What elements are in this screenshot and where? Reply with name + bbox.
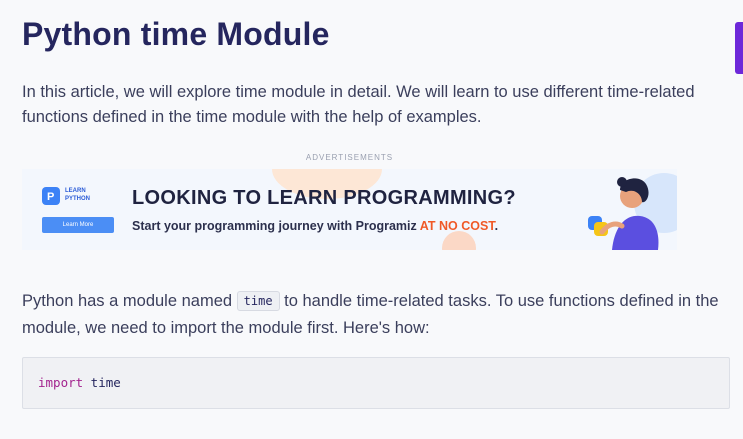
ad-decoration-circle (442, 231, 476, 250)
inline-code-time: time (236, 291, 280, 311)
ad-subline: Start your programming journey with Prog… (132, 219, 498, 233)
intro-paragraph: In this article, we will explore time mo… (22, 83, 695, 126)
ad-learn-more-button[interactable]: Learn More (42, 217, 114, 233)
ad-logo-line1: LEARN (65, 188, 86, 194)
ad-subline-prefix: Start your programming journey with Prog… (132, 219, 420, 233)
ad-subline-suffix: . (494, 219, 499, 233)
code-line: import time (38, 375, 121, 390)
person-illustration-icon (588, 177, 659, 250)
ad-banner[interactable]: P LEARN PYTHON Learn More LOOKING TO LEA… (22, 169, 677, 250)
ad-logo-line2: PYTHON (65, 196, 91, 202)
body-text-before: Python has a module named (22, 292, 237, 310)
side-tab-handle[interactable] (735, 22, 743, 74)
body-paragraph: Python has a module named time to handle… (22, 288, 732, 342)
advertisements-label: ADVERTISEMENTS (305, 153, 394, 162)
ad-headline: LOOKING TO LEARN PROGRAMMING? (132, 187, 516, 209)
code-module-name: time (83, 375, 121, 390)
page-title: Python time Module (22, 16, 330, 52)
code-block[interactable]: import time (22, 357, 730, 409)
ad-logo-text: LEARN PYTHON (65, 187, 90, 203)
article-page: Python time Module In this article, we w… (0, 0, 743, 439)
programiz-logo-icon: P (42, 187, 60, 205)
ad-subline-accent: AT NO COST (419, 219, 495, 233)
code-keyword-import: import (38, 375, 84, 390)
svg-text:P: P (47, 191, 54, 203)
